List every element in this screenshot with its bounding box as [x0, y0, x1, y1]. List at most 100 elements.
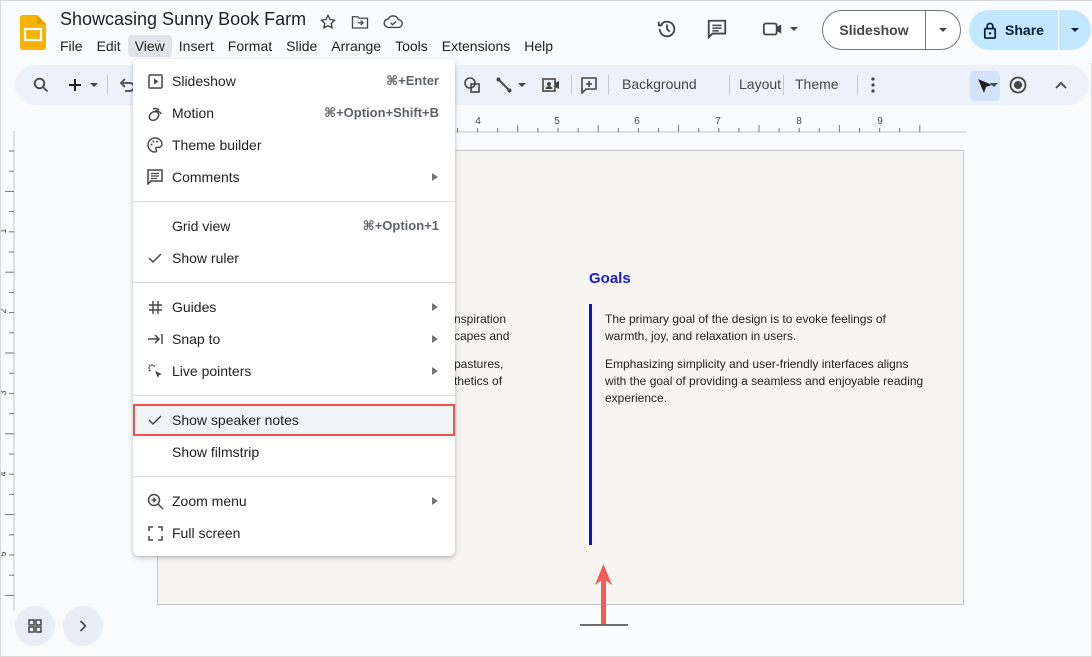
slideshow-icon: [146, 72, 164, 90]
menu-divider: [133, 395, 455, 396]
menu-divider: [133, 476, 455, 477]
new-slide-button[interactable]: [63, 73, 103, 97]
menu-item-show-ruler[interactable]: Show ruler: [133, 242, 455, 274]
menu-item-live-pointers[interactable]: Live pointers: [133, 355, 455, 387]
insert-video-icon[interactable]: [539, 73, 563, 97]
share-dropdown-button[interactable]: [1059, 10, 1091, 50]
menu-format[interactable]: Format: [221, 35, 279, 57]
menu-item-label: Motion: [172, 105, 215, 121]
cloud-saved-icon[interactable]: [383, 12, 403, 32]
menu-item-guides[interactable]: Guides: [133, 291, 455, 323]
star-icon[interactable]: [318, 12, 338, 32]
menu-item-label: Full screen: [172, 525, 241, 541]
vertical-ruler[interactable]: 1 2 3 4 5: [1, 131, 15, 611]
goals-heading[interactable]: Goals: [589, 270, 631, 287]
submenu-arrow-icon: [432, 303, 438, 311]
collapse-toolbar-icon[interactable]: [1049, 73, 1073, 97]
menu-item-label: Zoom menu: [172, 493, 247, 509]
slideshow-button[interactable]: Slideshow: [823, 11, 926, 49]
ruler-label: 8: [796, 116, 802, 127]
menu-item-zoom-menu[interactable]: Zoom menu: [133, 485, 455, 517]
fullscreen-icon: [146, 524, 164, 542]
view-menu-dropdown: Slideshow ⌘+Enter Motion ⌘+Option+Shift+…: [133, 59, 455, 556]
laser-pointer-icon[interactable]: [1006, 73, 1030, 97]
submenu-arrow-icon: [432, 335, 438, 343]
menu-item-full-screen[interactable]: Full screen: [133, 517, 455, 549]
line-icon: [496, 77, 512, 93]
meet-icon[interactable]: [758, 16, 802, 42]
slideshow-dropdown-button[interactable]: [926, 11, 960, 49]
background-button[interactable]: Background: [622, 76, 697, 92]
menu-item-label: Comments: [172, 169, 240, 185]
comment-icon: [146, 168, 164, 186]
goals-body-text[interactable]: The primary goal of the design is to evo…: [605, 311, 925, 418]
slides-logo-icon[interactable]: [20, 15, 46, 50]
version-history-icon[interactable]: [654, 16, 680, 42]
add-comment-icon[interactable]: [577, 73, 601, 97]
comments-icon[interactable]: [704, 16, 730, 42]
ruler-label: 9: [877, 116, 883, 127]
menu-tools[interactable]: Tools: [388, 35, 435, 57]
submenu-arrow-icon: [432, 497, 438, 505]
share-button[interactable]: Share: [969, 10, 1059, 50]
menu-slide[interactable]: Slide: [279, 35, 324, 57]
guides-icon: [146, 298, 164, 316]
share-button-group: Share: [969, 10, 1091, 50]
line-tool-button[interactable]: [493, 73, 529, 97]
zoom-icon: [146, 492, 164, 510]
layout-button[interactable]: Layout: [739, 76, 781, 92]
text-line: capes and: [454, 329, 510, 343]
live-pointer-icon: [146, 362, 164, 380]
menu-item-comments[interactable]: Comments: [133, 161, 455, 193]
menu-item-snap-to[interactable]: Snap to: [133, 323, 455, 355]
more-options-icon[interactable]: [861, 73, 885, 97]
menu-extensions[interactable]: Extensions: [435, 35, 517, 57]
text-line: pastures,: [454, 357, 504, 371]
menu-item-show-filmstrip[interactable]: Show filmstrip: [133, 436, 455, 468]
menu-insert[interactable]: Insert: [172, 35, 221, 57]
menu-item-label: Guides: [172, 299, 217, 315]
palette-icon: [146, 136, 164, 154]
menu-bar: File Edit View Insert Format Slide Arran…: [53, 35, 560, 57]
menu-item-label: Show speaker notes: [172, 412, 299, 428]
menu-divider: [133, 282, 455, 283]
menu-edit[interactable]: Edit: [90, 35, 128, 57]
chevron-down-icon: [939, 28, 947, 32]
menu-item-label: Slideshow: [172, 73, 236, 89]
annotation-arrow-icon: [580, 564, 628, 626]
menu-help[interactable]: Help: [517, 35, 560, 57]
text-line: nspiration: [454, 312, 507, 326]
menu-item-motion[interactable]: Motion ⌘+Option+Shift+B: [133, 97, 455, 129]
move-folder-icon[interactable]: [350, 12, 370, 32]
ruler-label: 6: [634, 116, 640, 127]
checkmark-icon: [146, 411, 164, 429]
grid-icon: [28, 619, 42, 633]
menu-item-label: Show ruler: [172, 250, 239, 266]
share-label: Share: [1005, 22, 1044, 38]
menu-file[interactable]: File: [53, 35, 90, 57]
menu-item-show-speaker-notes[interactable]: Show speaker notes: [133, 404, 455, 436]
menu-item-slideshow[interactable]: Slideshow ⌘+Enter: [133, 65, 455, 97]
theme-button[interactable]: Theme: [795, 76, 839, 92]
menu-item-label: Snap to: [172, 331, 221, 347]
goals-paragraph: Emphasizing simplicity and user-friendly…: [605, 357, 924, 405]
menu-view[interactable]: View: [127, 35, 172, 57]
slide-left-text[interactable]: nspiration capes and pastures, thetics of: [454, 311, 509, 401]
grid-view-button[interactable]: [15, 606, 55, 646]
ruler-label: 2: [1, 308, 8, 313]
select-tool-dropdown[interactable]: [987, 73, 1001, 97]
document-title[interactable]: Showcasing Sunny Book Farm: [60, 9, 306, 30]
plus-icon: [69, 79, 81, 91]
ruler-label: 5: [1, 551, 8, 556]
chevron-right-icon: [79, 620, 87, 632]
menu-item-theme-builder[interactable]: Theme builder: [133, 129, 455, 161]
menu-arrange[interactable]: Arrange: [324, 35, 388, 57]
motion-icon: [146, 104, 164, 122]
chevron-down-icon: [1071, 28, 1079, 32]
goals-accent-bar: [589, 304, 592, 545]
menu-item-grid-view[interactable]: Grid view ⌘+Option+1: [133, 210, 455, 242]
shape-icon[interactable]: [460, 73, 484, 97]
search-menus-icon[interactable]: [29, 73, 53, 97]
menu-item-shortcut: ⌘+Option+1: [362, 218, 439, 233]
show-filmstrip-button[interactable]: [63, 606, 103, 646]
